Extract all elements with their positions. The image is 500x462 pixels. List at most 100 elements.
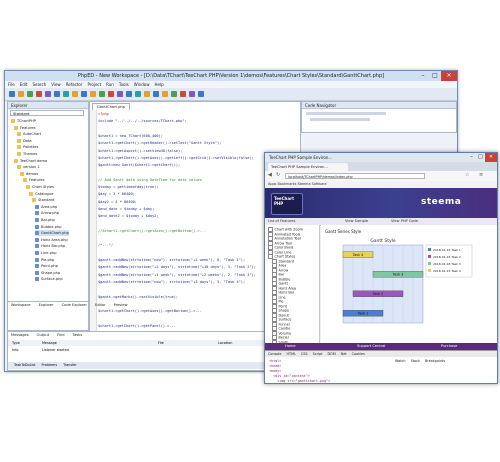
menu-icon[interactable]: ≡ [479, 172, 483, 178]
toolbar-icon[interactable] [135, 91, 141, 97]
editor-tab[interactable]: GanttChart.php [92, 103, 130, 110]
devtools-tab[interactable]: Cookies [352, 352, 365, 356]
bottom-tab[interactable]: Explorer [36, 303, 54, 307]
tree-item[interactable]: AutoChart [17, 131, 41, 137]
menu-item[interactable]: Window [134, 82, 150, 87]
toolbar-icon[interactable] [180, 91, 186, 97]
toolbar-icon[interactable] [99, 91, 105, 97]
explorer-dropdown[interactable]: Standard [10, 110, 84, 116]
close-icon[interactable]: ✕ [485, 153, 497, 162]
toolbar-icon[interactable] [117, 91, 123, 97]
tree-item[interactable]: Data [17, 138, 32, 144]
devtools-tab[interactable]: Console [268, 352, 281, 356]
nav-link[interactable]: View PHP Code [391, 218, 418, 225]
devtools-tab[interactable]: Net [341, 352, 347, 356]
tree-item[interactable]: Point.php [35, 263, 58, 269]
tree-item[interactable]: Area.php [35, 204, 57, 210]
toolbar-icon[interactable] [9, 91, 15, 97]
menu-item[interactable]: Search [32, 82, 46, 87]
toolbar-icon[interactable] [153, 91, 159, 97]
tree-item[interactable]: Catalogue [29, 191, 53, 197]
toolbar-icon[interactable] [81, 91, 87, 97]
tree-item[interactable]: Bubble.php [35, 224, 62, 230]
tree-item[interactable]: Themes [17, 151, 37, 157]
output-column-header[interactable]: Type [12, 340, 20, 346]
close-icon[interactable]: ✕ [441, 71, 457, 81]
tree-item[interactable]: version 1 [17, 164, 40, 170]
output-tab[interactable]: Output [34, 333, 49, 337]
outline-item[interactable] [306, 112, 386, 115]
minimize-icon[interactable]: – [417, 71, 429, 81]
output-column-header[interactable]: Location [218, 340, 232, 346]
footer-link[interactable]: Purchase [441, 343, 457, 350]
tree-item[interactable]: Surface.php [35, 276, 63, 282]
menu-item[interactable]: Run [106, 82, 114, 87]
menu-item[interactable]: Edit [20, 82, 28, 87]
output-tab[interactable]: Messages [8, 333, 29, 337]
toolbar-icon[interactable] [45, 91, 51, 97]
toolbar-icon[interactable] [108, 91, 114, 97]
tree-item[interactable]: Pallettes [17, 144, 38, 150]
tree-item[interactable]: Features [14, 125, 35, 131]
toolbar-icon[interactable] [189, 91, 195, 97]
footer-link[interactable]: Support Central [357, 343, 385, 350]
footer-link[interactable]: Home [285, 343, 296, 350]
back-icon[interactable]: ◀ [268, 172, 272, 178]
toolbar-icon[interactable] [72, 91, 78, 97]
tree-item[interactable]: Bar.php [35, 217, 55, 223]
bookmarks-bar[interactable]: Apps Bookmarks Steema Software [265, 181, 497, 188]
devtools-tab[interactable]: DOM [327, 352, 335, 356]
toolbar-icon[interactable] [27, 91, 33, 97]
tree-item[interactable]: GanttChart.php [35, 230, 69, 237]
status-item[interactable]: TaskToDoList [14, 363, 36, 367]
tree-item[interactable]: Line.php [35, 250, 56, 256]
nav-link[interactable]: View Sample [345, 218, 368, 225]
tree-item[interactable]: Arrow.php [35, 210, 59, 216]
toolbar-icon[interactable] [63, 91, 69, 97]
menu-item[interactable]: View [51, 82, 61, 87]
tree-item[interactable]: Horiz Bar.php [35, 243, 65, 249]
nav-link[interactable]: List of Features [268, 218, 295, 225]
tree-item[interactable]: TeeChart demo [14, 158, 47, 164]
tree-item[interactable]: Shape.php [35, 270, 60, 276]
bottom-tab[interactable]: Preview [111, 303, 128, 307]
bottom-tab[interactable]: Workspace [8, 303, 31, 307]
output-column-header[interactable]: Message [42, 340, 57, 346]
toolbar-icon[interactable] [126, 91, 132, 97]
bottom-tab[interactable]: Code Explorer [59, 303, 87, 307]
tree-item[interactable]: demos [20, 171, 38, 177]
tree-item[interactable]: Horiz Area.php [35, 237, 68, 243]
menu-item[interactable]: File [8, 82, 15, 87]
devtools-tab[interactable]: CSS [301, 352, 308, 356]
refresh-icon[interactable]: ↻ [276, 172, 280, 178]
star-icon[interactable]: ☆ [465, 172, 469, 178]
tree-item[interactable]: Pie.php [35, 257, 54, 263]
toolbar-icon[interactable] [18, 91, 24, 97]
toolbar-icon[interactable] [54, 91, 60, 97]
maximize-icon[interactable]: □ [476, 153, 485, 162]
devtools-tab[interactable]: HTML [286, 352, 295, 356]
tree-item[interactable]: TChartPHP [11, 118, 36, 124]
output-tab[interactable]: Tasks [69, 333, 82, 337]
bottom-tab[interactable]: Editor [92, 303, 106, 307]
toolbar-icon[interactable] [162, 91, 168, 97]
tree-item[interactable]: Chart Styles [26, 184, 54, 190]
toolbar-icon[interactable] [171, 91, 177, 97]
output-column-header[interactable]: File [158, 340, 164, 346]
outline-item[interactable] [310, 118, 370, 121]
toolbar-icon[interactable] [144, 91, 150, 97]
toolbar-icon[interactable] [36, 91, 42, 97]
status-item[interactable]: Problems [42, 363, 58, 367]
output-tab[interactable]: Find [54, 333, 64, 337]
browser-tab[interactable]: TeeChart PHP Sample Environ... [268, 163, 348, 171]
menu-item[interactable]: Project [87, 82, 101, 87]
menu-item[interactable]: Refactor [66, 82, 83, 87]
maximize-icon[interactable]: □ [429, 71, 441, 81]
minimize-icon[interactable]: – [467, 153, 476, 162]
tree-item[interactable]: Standard [32, 197, 54, 203]
toolbar-icon[interactable] [198, 91, 204, 97]
devtools-subtab[interactable]: Watch [395, 359, 406, 363]
address-input[interactable]: localhost/TChartPHP/demos/index.php [285, 173, 425, 179]
dom-line[interactable]: <img src="ganttchart.png"> [269, 378, 330, 383]
status-item[interactable]: Transfer [63, 363, 77, 367]
